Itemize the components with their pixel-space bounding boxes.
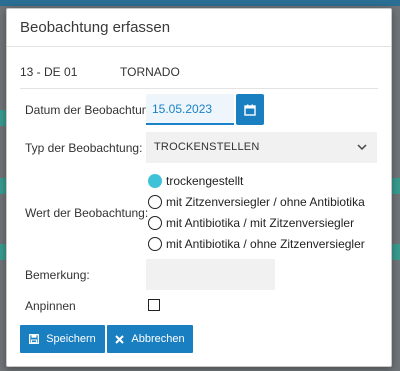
type-label: Typ der Beobachtung: — [25, 141, 143, 155]
save-button[interactable]: Speichern — [20, 325, 105, 353]
type-select[interactable]: TROCKENSTELLEN — [146, 132, 377, 163]
close-icon — [115, 334, 125, 344]
chevron-down-icon — [357, 144, 367, 151]
background-row-marker — [392, 178, 400, 194]
radio-icon[interactable] — [148, 237, 162, 251]
type-value: TROCKENSTELLEN — [154, 141, 260, 153]
save-button-label: Speichern — [46, 333, 96, 345]
date-input[interactable]: 15.05.2023 — [146, 94, 234, 125]
value-label: Wert der Beobachtung: — [25, 206, 149, 220]
dialog-title: Beobachtung erfassen — [20, 19, 171, 36]
background-row-marker — [392, 244, 400, 260]
radio-option-zitzenversiegler-ohne-antibiotika[interactable]: mit Zitzenversiegler / ohne Antibiotika — [148, 194, 365, 210]
radio-option-antibiotika-mit-zitzenversiegler[interactable]: mit Antibiotika / mit Zitzenversiegler — [148, 215, 354, 231]
calendar-button[interactable] — [236, 94, 264, 125]
radio-label: mit Zitzenversiegler / ohne Antibiotika — [166, 195, 365, 209]
remark-label: Bemerkung: — [25, 268, 90, 282]
divider — [20, 88, 378, 89]
date-value: 15.05.2023 — [152, 102, 213, 116]
radio-selected-icon[interactable] — [148, 174, 162, 188]
cancel-button[interactable]: Abbrechen — [107, 325, 193, 353]
pin-checkbox[interactable] — [148, 299, 160, 311]
remark-input[interactable] — [146, 259, 275, 290]
calendar-icon — [244, 104, 256, 116]
radio-option-trockengestellt[interactable]: trockengestellt — [148, 173, 243, 189]
save-icon — [29, 334, 40, 344]
radio-label: trockengestellt — [166, 174, 244, 188]
observation-dialog: Beobachtung erfassen 13 - DE 01 TORNADO … — [6, 8, 392, 367]
record-id: 13 - DE 01 — [20, 65, 78, 79]
radio-label: mit Antibiotika / mit Zitzenversiegler — [166, 216, 355, 230]
radio-label: mit Antibiotika / ohne Zitzenversiegler — [166, 237, 365, 251]
dialog-header: Beobachtung erfassen — [7, 9, 391, 47]
cancel-button-label: Abbrechen — [131, 333, 185, 345]
background-app-header — [0, 0, 400, 6]
radio-icon[interactable] — [148, 216, 162, 230]
date-label: Datum der Beobachtung: — [25, 103, 159, 117]
record-name: TORNADO — [120, 65, 180, 79]
pin-label: Anpinnen — [25, 299, 76, 313]
radio-icon[interactable] — [148, 195, 162, 209]
radio-option-antibiotika-ohne-zitzenversiegler[interactable]: mit Antibiotika / ohne Zitzenversiegler — [148, 236, 365, 252]
